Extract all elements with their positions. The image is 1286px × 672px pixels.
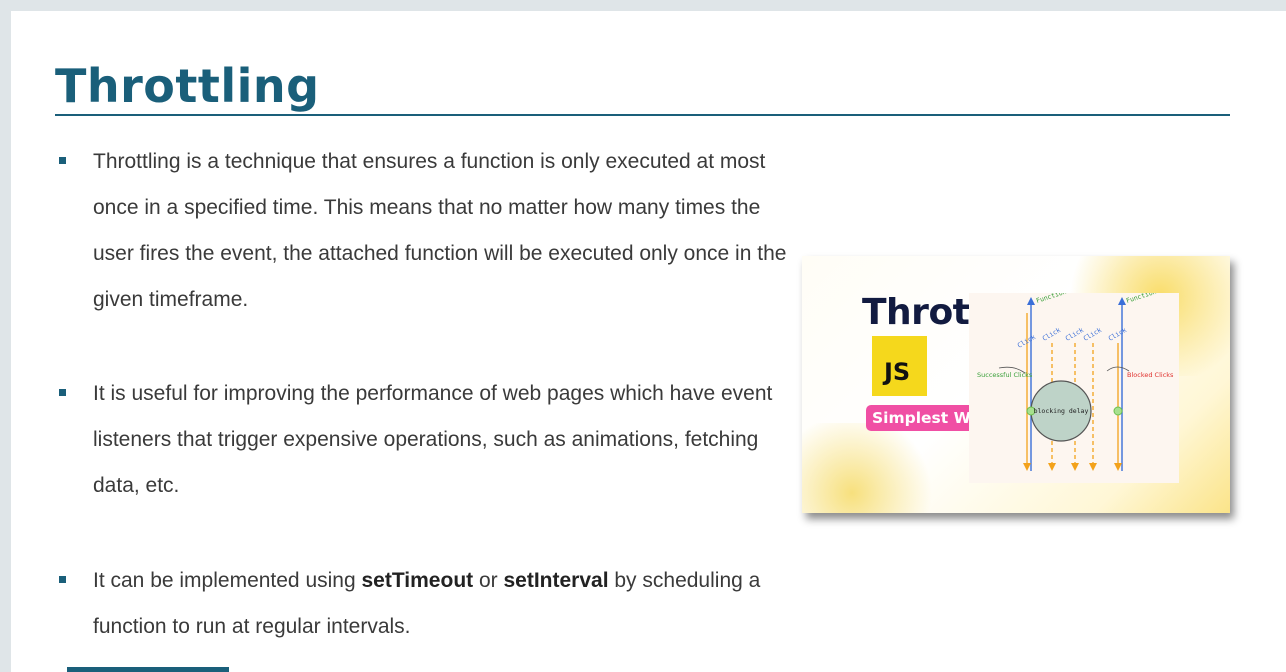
click-label: Click	[1107, 326, 1128, 343]
bullet-text: It is useful for improving the performan…	[93, 382, 773, 497]
footer-accent-bar	[67, 667, 229, 672]
click-label: Click	[1041, 326, 1062, 343]
bullet-item: Throttling is a technique that ensures a…	[56, 139, 796, 323]
bullet-text: Throttling is a technique that ensures a…	[93, 150, 787, 311]
code-term-settimeout: setTimeout	[361, 569, 474, 592]
bullet-text-pre: It can be implemented using	[93, 569, 362, 592]
blocking-delay-label: blocking delay	[1034, 407, 1089, 415]
slide-title: Throttling	[55, 59, 320, 113]
throttle-thumbnail-image: Throttle JS Simplest Way Click Click Cli…	[802, 256, 1230, 513]
bullet-text-mid: or	[473, 569, 504, 592]
successful-clicks-label: Successful Clicks	[977, 371, 1033, 379]
bullet-marker-icon	[59, 389, 66, 396]
bullet-list: Throttling is a technique that ensures a…	[56, 139, 796, 650]
throttle-diagram-svg: Function execution Function execution Cl…	[977, 293, 1179, 471]
function-execution-label: Function execution	[1035, 293, 1105, 305]
arrow-head-icon	[1027, 297, 1035, 305]
throttle-diagram: Function execution Function execution Cl…	[969, 293, 1179, 483]
bullet-item: It can be implemented using setTimeout o…	[56, 558, 796, 650]
bullet-marker-icon	[59, 157, 66, 164]
click-label: Click	[1064, 326, 1085, 343]
js-badge-text: JS	[884, 358, 911, 386]
click-label: Click	[1082, 326, 1103, 343]
js-logo-icon: JS	[872, 336, 927, 396]
bullet-item: It is useful for improving the performan…	[56, 371, 796, 509]
blocked-clicks-label: Blocked Clicks	[1127, 371, 1174, 379]
bullet-marker-icon	[59, 576, 66, 583]
title-divider	[55, 114, 1230, 116]
function-execution-label: Function execution	[1125, 293, 1179, 305]
slide: Throttling Throttling is a technique tha…	[11, 11, 1286, 672]
code-term-setinterval: setInterval	[503, 569, 609, 592]
